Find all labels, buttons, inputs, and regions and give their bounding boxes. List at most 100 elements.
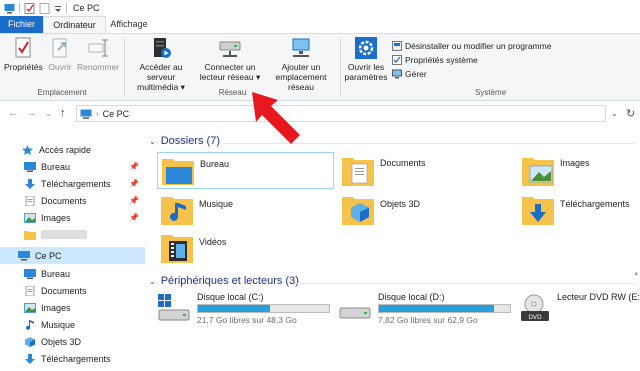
folder-bureau[interactable]: Bureau [157, 152, 334, 189]
sidebar-item-label: Objets 3D [41, 336, 82, 347]
drive-free-space: 7,82 Go libres sur 62,9 Go [378, 315, 478, 325]
ribbon-tabs: Fichier Ordinateur Affichage [0, 16, 640, 33]
pin-icon[interactable]: 📌 [129, 213, 139, 222]
add-network-location-button[interactable]: Ajouter un emplacement réseau [263, 36, 339, 92]
rename-button[interactable]: Renommer [76, 36, 120, 72]
documents-folder-icon [342, 158, 374, 186]
open-button[interactable]: Ouvrir [45, 36, 75, 72]
navigation-pane: Accès rapide Bureau 📌 Téléchargements 📌 … [0, 129, 145, 371]
tab-view[interactable]: Affichage [106, 16, 152, 33]
drive-usage-fill [198, 305, 271, 312]
drive-d[interactable]: Disque local (D:) 7,82 Go libres sur 62,… [338, 292, 518, 328]
folder-label: Musique [199, 199, 234, 209]
folder-label: Bureau [200, 159, 230, 169]
network-location-icon [292, 38, 310, 57]
sidebar-item-bureau[interactable]: Bureau 📌 [0, 158, 145, 175]
pc-icon [18, 250, 30, 261]
uninstall-program-button[interactable]: Désinstaller ou modifier un programme [392, 40, 551, 51]
pin-icon[interactable]: 📌 [129, 196, 139, 205]
sidebar-item-label: Bureau [41, 268, 71, 279]
title-bar: Ce PC [0, 0, 640, 16]
drive-free-space: 21,7 Go libres sur 48,3 Go [197, 315, 297, 325]
folder-videos[interactable]: Vidéos [161, 231, 226, 265]
image-icon [24, 302, 36, 313]
drive-name: Disque local (C:) [197, 292, 264, 302]
customize-dropdown-icon[interactable] [54, 3, 62, 14]
tab-computer[interactable]: Ordinateur [43, 16, 106, 33]
sidebar-item-pc-musique[interactable]: Musique [0, 316, 145, 333]
sidebar-item-documents[interactable]: Documents 📌 [0, 192, 145, 209]
group-system-label: Système [474, 88, 507, 97]
folder-objets-3d[interactable]: Objets 3D [342, 193, 420, 227]
up-arrow-icon[interactable]: ↑ [60, 107, 66, 119]
window-title: Ce PC [73, 3, 100, 13]
pc-icon[interactable] [4, 3, 15, 14]
sidebar-item-pc-documents[interactable]: Documents [0, 282, 145, 299]
folder-images[interactable]: Images [522, 154, 590, 188]
sidebar-item-images[interactable]: Images 📌 [0, 209, 145, 226]
manage-button[interactable]: Gérer [392, 68, 427, 79]
pin-icon[interactable]: 📌 [129, 179, 139, 188]
open-settings-button[interactable]: Ouvrir les paramètres [343, 36, 389, 82]
properties-quick-icon[interactable] [24, 2, 35, 14]
sidebar-item-label: Documents [41, 195, 87, 206]
recent-chevron-icon[interactable]: ⌄ [45, 109, 52, 118]
scrollbar-arrow-icon[interactable]: ▴ [634, 269, 638, 277]
drive-e[interactable]: DVD Lecteur DVD RW (E:) [519, 292, 640, 328]
group-network-label: Réseau [218, 88, 247, 97]
refresh-icon[interactable]: ↻ [626, 107, 635, 120]
tab-file[interactable]: Fichier [0, 16, 43, 33]
star-icon [22, 144, 34, 155]
properties-button[interactable]: Propriétés [4, 36, 43, 72]
sidebar-item-pc-objets-3d[interactable]: Objets 3D [0, 333, 145, 350]
svg-text:DVD: DVD [528, 314, 542, 321]
sidebar-item-pc-images[interactable]: Images [0, 299, 145, 316]
breadcrumb[interactable]: Ce PC [103, 109, 130, 119]
pc-icon [80, 109, 92, 119]
sidebar-item-label: Images [41, 302, 71, 313]
sidebar-item-pc-telechargements[interactable]: Téléchargements [0, 350, 145, 367]
settings-label-2: paramètres [344, 72, 388, 82]
videos-folder-icon [161, 235, 193, 263]
folders-section-header[interactable]: ⌄ Dossiers (7) [149, 135, 220, 147]
media-server-button[interactable]: Accéder au serveur multimédia ▾ [125, 36, 197, 92]
chevron-down-icon: ▾ [255, 72, 261, 82]
drive-c[interactable]: Disque local (C:) 21,7 Go libres sur 48,… [157, 292, 337, 328]
folder-telechargements[interactable]: Téléchargements [522, 193, 630, 227]
uninstall-label: Désinstaller ou modifier un programme [405, 40, 552, 51]
settings-label-1: Ouvrir les [347, 62, 385, 72]
drive-name: Lecteur DVD RW (E:) [557, 292, 640, 302]
sidebar-item-hidden-folder[interactable] [0, 226, 145, 243]
sidebar-item-this-pc[interactable]: Ce PC [0, 247, 145, 264]
folder-documents[interactable]: Documents [342, 154, 426, 188]
back-arrow-icon[interactable]: ← [8, 107, 19, 119]
forward-arrow-icon[interactable]: → [26, 107, 37, 119]
annotation-arrow-icon [252, 92, 300, 144]
group-location-label: Emplacement [37, 88, 87, 97]
music-folder-icon [161, 197, 193, 225]
dvd-drive-icon: DVD [521, 294, 549, 321]
desktop-icon [24, 161, 36, 172]
sidebar-item-pc-bureau[interactable]: Bureau [0, 265, 145, 282]
sidebar-item-quick-access[interactable]: Accès rapide [0, 141, 145, 158]
address-dropdown-icon[interactable]: ⌄ [611, 109, 618, 118]
group-location: Propriétés Ouvrir Renommer Emplacement [0, 34, 124, 100]
document-icon [24, 285, 36, 296]
folder-icon [24, 230, 36, 240]
new-folder-quick-icon[interactable] [39, 2, 50, 14]
devices-section-header[interactable]: ⌄ Périphériques et lecteurs (3) [149, 275, 299, 287]
address-box[interactable]: › Ce PC [76, 105, 606, 122]
hard-drive-icon [339, 307, 371, 319]
download-icon [24, 178, 36, 189]
map-drive-label-1: Connecter un [204, 62, 256, 72]
rename-icon [88, 39, 108, 57]
media-server-label-1: Accéder au serveur [139, 62, 183, 82]
system-properties-label: Propriétés système [405, 54, 478, 65]
sidebar-item-telechargements[interactable]: Téléchargements 📌 [0, 175, 145, 192]
divider [295, 283, 635, 284]
pin-icon[interactable]: 📌 [129, 162, 139, 171]
folder-musique[interactable]: Musique [161, 193, 233, 227]
map-network-drive-button[interactable]: Connecter un lecteur réseau ▾ [199, 36, 261, 82]
media-server-icon [154, 38, 171, 58]
system-properties-button[interactable]: Propriétés système [392, 54, 478, 65]
